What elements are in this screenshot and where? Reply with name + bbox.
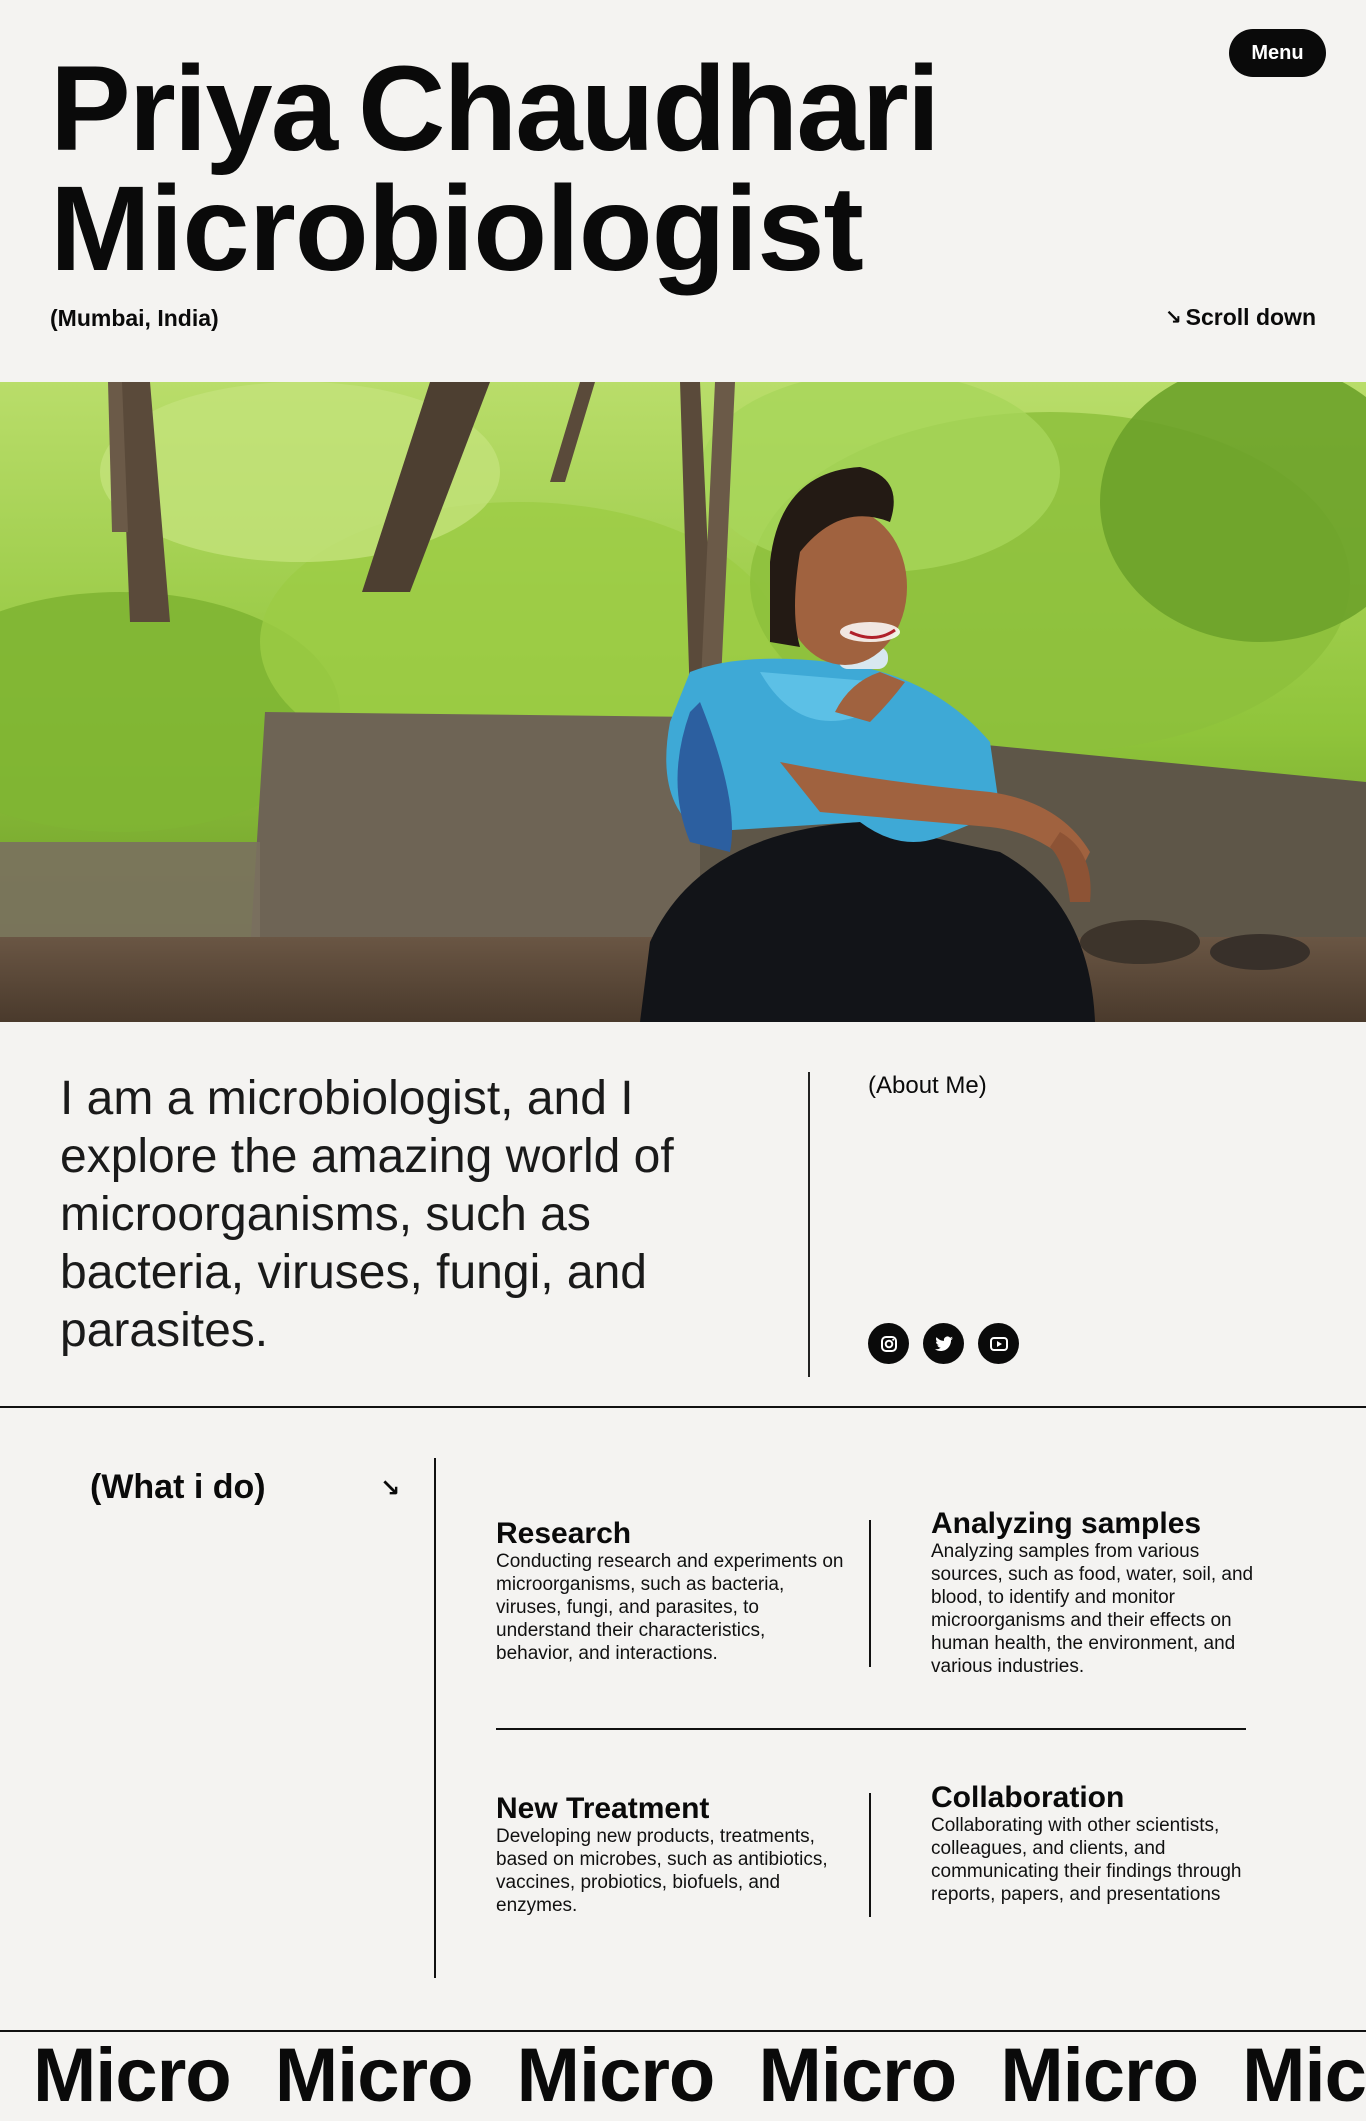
service-collaboration: Collaboration Collaborating with other s… bbox=[931, 1782, 1251, 1906]
arrow-down-right-icon: ↘ bbox=[1164, 307, 1182, 329]
service-title: Collaboration bbox=[931, 1781, 1125, 1814]
about-section: I am a microbiologist, and I explore the… bbox=[0, 1022, 1366, 1407]
menu-button[interactable]: Menu bbox=[1229, 29, 1326, 77]
service-title: Analyzing samples bbox=[931, 1507, 1202, 1540]
arrow-down-right-icon: ↘ bbox=[380, 1475, 401, 1502]
service-title: Research bbox=[496, 1517, 632, 1550]
marquee-text: Micro Micro Micro Micro Micro Micro bbox=[33, 2034, 1366, 2118]
marquee-word: Micro bbox=[1242, 2033, 1366, 2118]
stone-wall bbox=[250, 712, 700, 952]
youtube-icon bbox=[989, 1336, 1008, 1351]
hero-photo bbox=[0, 382, 1366, 1022]
section-divider bbox=[0, 1406, 1366, 1408]
about-statement: I am a microbiologist, and I explore the… bbox=[60, 1072, 674, 1357]
marquee-word: Micro bbox=[33, 2033, 232, 2118]
twitter-icon bbox=[934, 1335, 953, 1351]
site-header: Priya Chaudhari Microbiologist (Mumbai, I… bbox=[0, 0, 1366, 382]
service-divider bbox=[869, 1793, 871, 1917]
scroll-down-label: Scroll down bbox=[1185, 304, 1316, 330]
service-title: New Treatment bbox=[496, 1792, 710, 1825]
service-description: Developing new products, treatments, bas… bbox=[496, 1826, 828, 1916]
about-label: (About Me) bbox=[868, 1072, 987, 1099]
hero-name: Priya Chaudhari bbox=[50, 48, 940, 169]
youtube-link[interactable] bbox=[978, 1323, 1019, 1364]
marquee-word: Micro bbox=[1000, 2033, 1199, 2118]
hero-illustration bbox=[0, 382, 1366, 1022]
last-name: Chaudhari bbox=[358, 40, 940, 176]
marquee-word: Micro bbox=[758, 2033, 957, 2118]
services-row-divider bbox=[496, 1728, 1246, 1730]
twitter-link[interactable] bbox=[923, 1323, 964, 1364]
service-description: Conducting research and experiments on m… bbox=[496, 1551, 844, 1664]
service-description: Collaborating with other scientists, col… bbox=[931, 1815, 1242, 1905]
instagram-link[interactable] bbox=[868, 1323, 909, 1364]
services-label: (What i do) bbox=[90, 1468, 266, 1506]
first-name: Priya bbox=[50, 40, 338, 176]
scroll-down-link[interactable]: ↘ Scroll down bbox=[1165, 304, 1316, 331]
services-divider bbox=[434, 1458, 436, 1978]
social-links bbox=[868, 1323, 1019, 1364]
instagram-icon bbox=[880, 1335, 897, 1352]
marquee-word: Micro bbox=[274, 2033, 474, 2118]
service-description: Analyzing samples from various sources, … bbox=[931, 1541, 1254, 1677]
marquee-divider bbox=[0, 2030, 1366, 2032]
about-divider bbox=[808, 1072, 810, 1377]
service-analyzing-samples: Analyzing samples Analyzing samples from… bbox=[931, 1508, 1271, 1678]
marquee-word: Micro bbox=[516, 2033, 716, 2118]
service-divider bbox=[869, 1520, 871, 1667]
service-new-treatment: New Treatment Developing new products, t… bbox=[496, 1793, 856, 1917]
service-research: Research Conducting research and experim… bbox=[496, 1518, 846, 1665]
location-text: (Mumbai, India) bbox=[50, 305, 219, 331]
hero-role: Microbiologist bbox=[50, 160, 864, 296]
